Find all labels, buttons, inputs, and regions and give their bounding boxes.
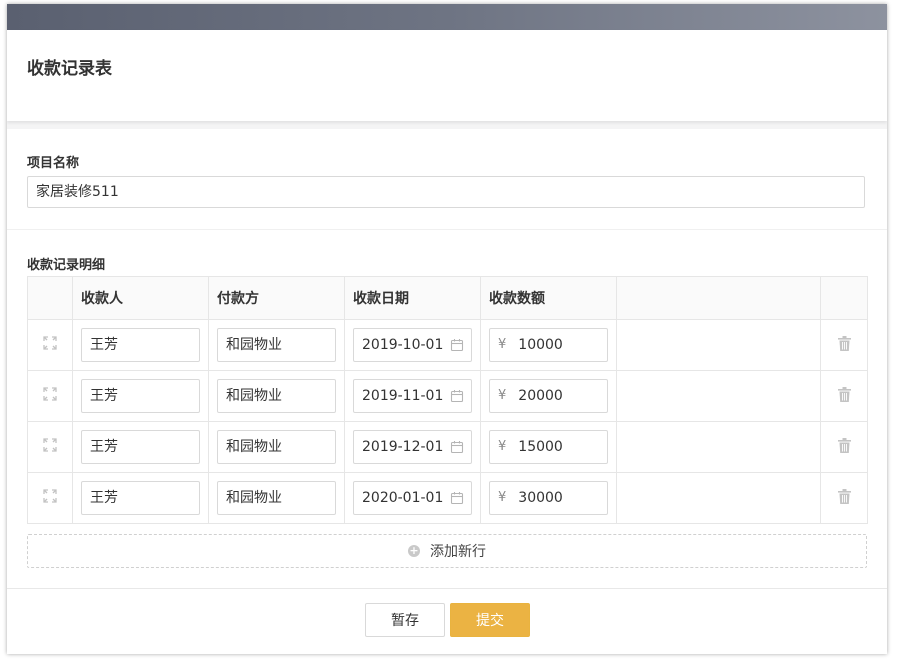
table-header-row: 收款人 付款方 收款日期 收款数额	[27, 276, 868, 320]
header: 收款记录表	[7, 30, 887, 121]
submit-button[interactable]: 提交	[450, 603, 530, 637]
table-row: 王芳 和园物业 2019-11-01 ¥20000	[27, 370, 868, 422]
payee-input[interactable]: 王芳	[81, 430, 200, 464]
calendar-icon	[450, 339, 464, 352]
amount-input[interactable]: ¥20000	[489, 379, 608, 413]
blank-cell	[616, 472, 821, 524]
payer-input[interactable]: 和园物业	[217, 379, 336, 413]
footer-divider	[7, 588, 887, 589]
payee-input[interactable]: 王芳	[81, 328, 200, 362]
row-handle-cell[interactable]	[27, 421, 73, 473]
trash-icon	[837, 437, 851, 453]
expand-icon	[43, 387, 57, 401]
payee-input[interactable]: 王芳	[81, 481, 200, 515]
trash-icon	[837, 386, 851, 402]
date-picker[interactable]: 2019-10-01	[353, 328, 472, 362]
column-header-payer: 付款方	[208, 276, 345, 320]
expand-icon	[43, 438, 57, 452]
add-row-button[interactable]: + 添加新行	[27, 534, 867, 568]
column-header-payee: 收款人	[72, 276, 209, 320]
row-handle-cell[interactable]	[27, 472, 73, 524]
column-header-date: 收款日期	[344, 276, 481, 320]
table-row: 王芳 和园物业 2019-10-01 ¥10000	[27, 319, 868, 371]
payer-input[interactable]: 和园物业	[217, 430, 336, 464]
plus-circle-icon: +	[408, 544, 420, 557]
column-header-blank	[616, 276, 821, 320]
calendar-icon	[450, 390, 464, 403]
amount-input[interactable]: ¥15000	[489, 430, 608, 464]
page-title: 收款记录表	[27, 59, 112, 79]
payer-input[interactable]: 和园物业	[217, 481, 336, 515]
project-name-label: 项目名称	[27, 156, 80, 171]
delete-row-cell[interactable]	[820, 472, 868, 524]
currency-symbol: ¥	[498, 388, 507, 403]
trash-icon	[837, 488, 851, 504]
table-row: 王芳 和园物业 2019-12-01 ¥15000	[27, 421, 868, 473]
blank-cell	[616, 319, 821, 371]
delete-row-cell[interactable]	[820, 370, 868, 422]
add-row-label: 添加新行	[430, 544, 486, 560]
blank-cell	[616, 421, 821, 473]
trash-icon	[837, 335, 851, 351]
delete-row-cell[interactable]	[820, 319, 868, 371]
expand-icon	[43, 336, 57, 350]
column-header-actions	[820, 276, 868, 320]
delete-row-cell[interactable]	[820, 421, 868, 473]
date-picker[interactable]: 2019-12-01	[353, 430, 472, 464]
column-header-amount: 收款数额	[480, 276, 617, 320]
currency-symbol: ¥	[498, 439, 507, 454]
date-picker[interactable]: 2020-01-01	[353, 481, 472, 515]
blank-cell	[616, 370, 821, 422]
records-table: 收款人 付款方 收款日期 收款数额 王芳 和园物业 2019-10-01 ¥ 1…	[27, 276, 868, 524]
date-picker[interactable]: 2019-11-01	[353, 379, 472, 413]
window-titlebar	[7, 4, 887, 30]
save-draft-button[interactable]: 暂存	[365, 603, 445, 637]
app-window: 收款记录表 项目名称 家居装修511 收款记录明细 收款人 付款方 收款日期 收…	[7, 4, 887, 654]
table-row: 王芳 和园物业 2020-01-01 ¥30000	[27, 472, 868, 524]
project-name-input[interactable]: 家居装修511	[27, 176, 865, 208]
expand-icon	[43, 489, 57, 503]
records-section-label: 收款记录明细	[27, 258, 106, 273]
amount-input[interactable]: ¥30000	[489, 481, 608, 515]
row-handle-cell[interactable]	[27, 370, 73, 422]
row-handle-cell[interactable]	[27, 319, 73, 371]
section-gap	[7, 121, 887, 129]
calendar-icon	[450, 441, 464, 454]
calendar-icon	[450, 492, 464, 505]
payer-input[interactable]: 和园物业	[217, 328, 336, 362]
payee-input[interactable]: 王芳	[81, 379, 200, 413]
divider	[7, 229, 887, 230]
header-handle	[27, 276, 73, 320]
currency-symbol: ¥	[498, 337, 507, 352]
amount-input[interactable]: ¥10000	[489, 328, 608, 362]
currency-symbol: ¥	[498, 490, 507, 505]
